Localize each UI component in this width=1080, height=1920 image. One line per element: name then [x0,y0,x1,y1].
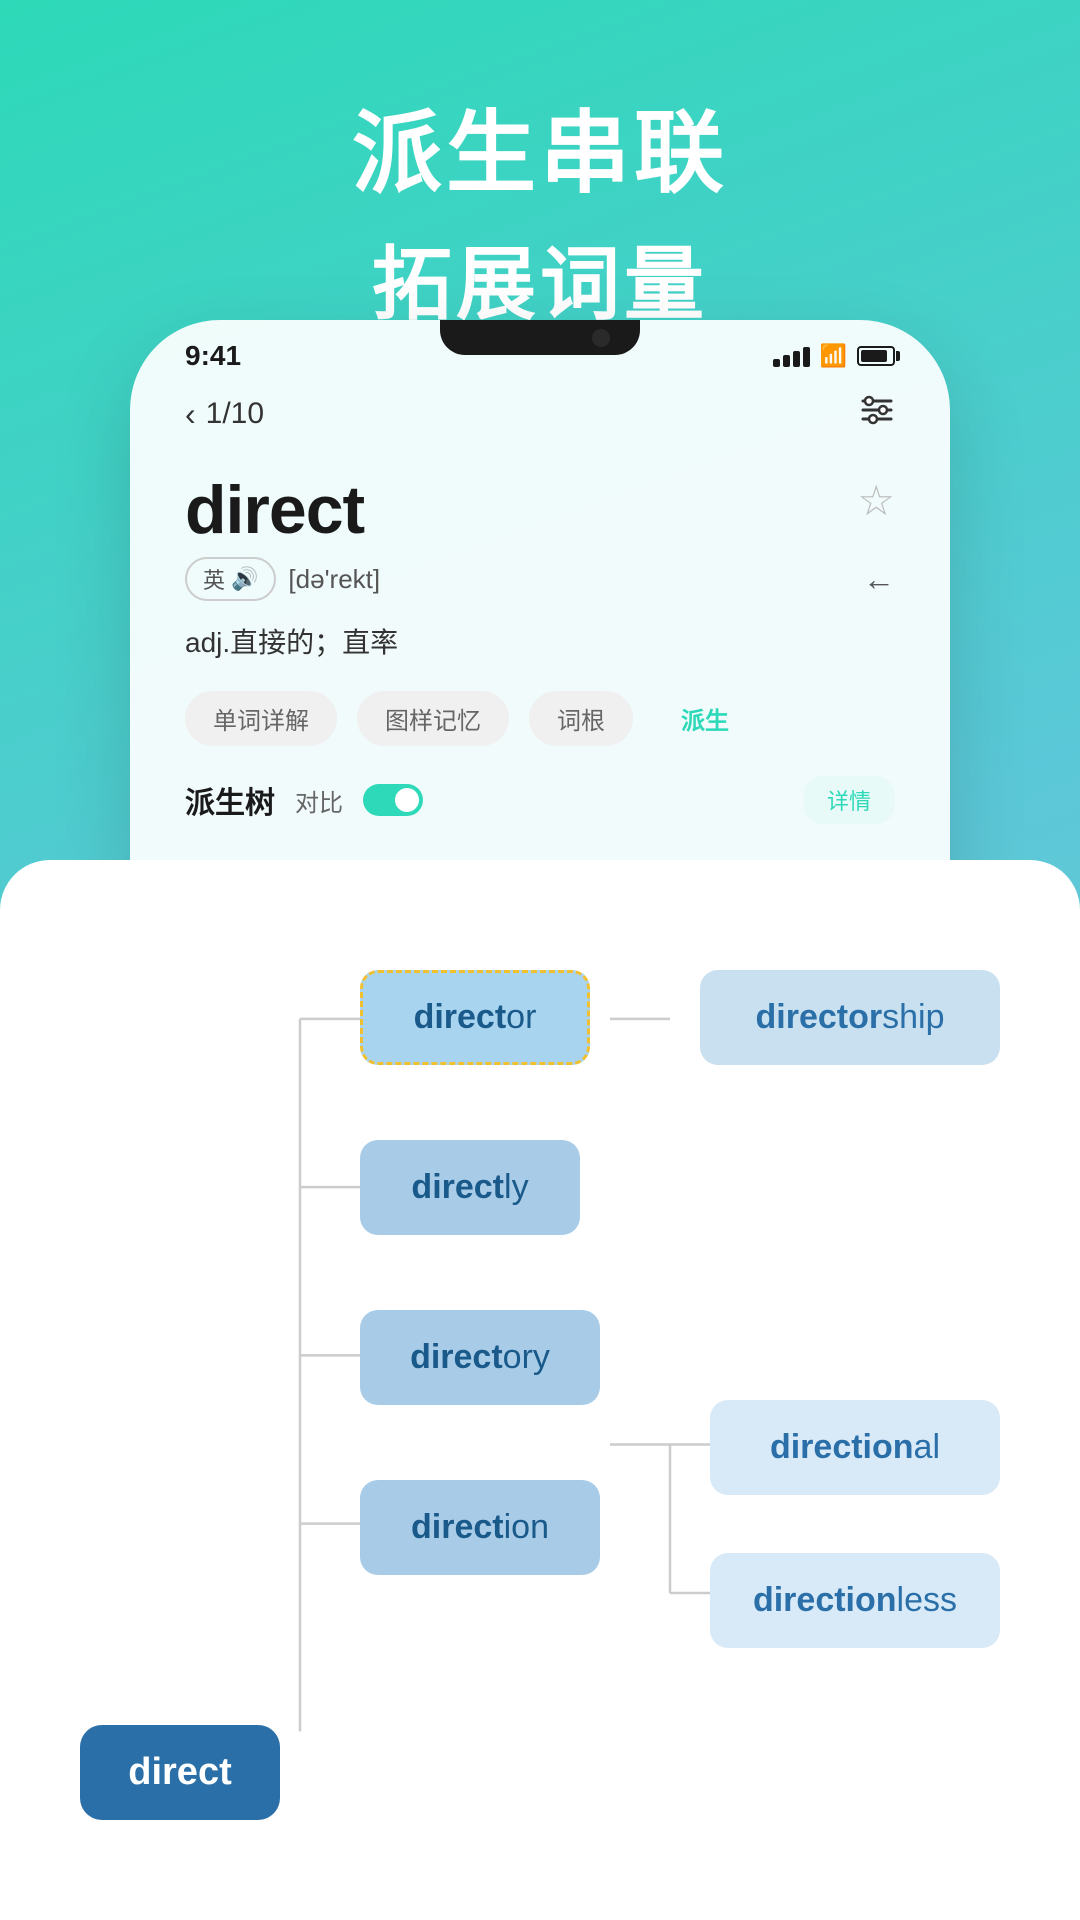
phone-notch [440,320,640,355]
word-tree-card: direct director directorship directly di… [0,860,1080,1920]
pronunciation-row: 英 🔊 [də'rekt] ← [185,557,895,601]
nav-back-icon[interactable]: ← [863,561,895,598]
pronunciation-section: 英 🔊 [də'rekt] [185,557,380,601]
tab-word-detail[interactable]: 单词详解 [185,691,337,746]
battery-icon [857,346,895,366]
phonetic-text: [də'rekt] [288,564,380,595]
node-direct-text: direct [128,1751,231,1794]
phone-content: ‹ 1/10 direct ☆ [130,382,950,854]
node-directorship[interactable]: directorship [700,970,1000,1065]
node-directional[interactable]: directional [710,1400,1000,1495]
node-directory[interactable]: directory [360,1310,600,1405]
node-direct[interactable]: direct [80,1725,280,1820]
word-tree: direct director directorship directly di… [50,910,1030,1880]
nav-back-group[interactable]: ‹ 1/10 [185,396,264,433]
node-directionless-text: directionless [753,1581,957,1620]
section-header: 派生树 对比 详情 [185,776,895,824]
node-directionless[interactable]: directionless [710,1553,1000,1648]
node-directory-text: directory [410,1338,550,1377]
compare-label: 对比 [295,783,343,818]
filter-icon[interactable] [859,392,895,436]
word-section: direct ☆ [185,471,895,549]
node-directional-text: directional [770,1428,940,1467]
node-directly-text: directly [411,1168,528,1207]
node-directorship-text: directorship [756,998,945,1037]
node-direction[interactable]: direction [360,1480,600,1575]
tab-bar: 单词详解 图样记忆 词根 派生 [185,691,895,746]
node-director-text: director [414,998,537,1037]
node-directly[interactable]: directly [360,1140,580,1235]
word-definition: adj.直接的；直率 [185,621,895,661]
node-director[interactable]: director [360,970,590,1065]
compare-toggle[interactable] [363,784,423,816]
tab-root[interactable]: 词根 [529,691,633,746]
language-badge[interactable]: 英 🔊 [185,557,276,601]
section-title: 派生树 [185,778,275,822]
status-icons: 📶 [773,343,895,369]
page-number: 1/10 [206,397,264,431]
nav-bar: ‹ 1/10 [185,392,895,436]
main-word: direct [185,471,364,549]
node-direction-text: direction [411,1508,549,1547]
tab-image-memory[interactable]: 图样记忆 [357,691,509,746]
favorite-icon[interactable]: ☆ [857,476,895,525]
header-line2: 拓展词量 [0,220,1080,336]
sound-icon[interactable]: 🔊 [231,566,258,592]
phone-camera [592,329,610,347]
wifi-icon: 📶 [820,343,847,369]
phone-status-bar: 9:41 📶 [130,320,950,382]
detail-button[interactable]: 详情 [803,776,895,824]
header-section: 派生串联 拓展词量 [0,0,1080,336]
tab-derivative[interactable]: 派生 [653,691,757,746]
language-label: 英 [203,563,225,595]
phone-time: 9:41 [185,340,241,372]
header-line1: 派生串联 [0,80,1080,210]
signal-icon [773,345,810,367]
back-arrow-icon[interactable]: ‹ [185,396,196,433]
